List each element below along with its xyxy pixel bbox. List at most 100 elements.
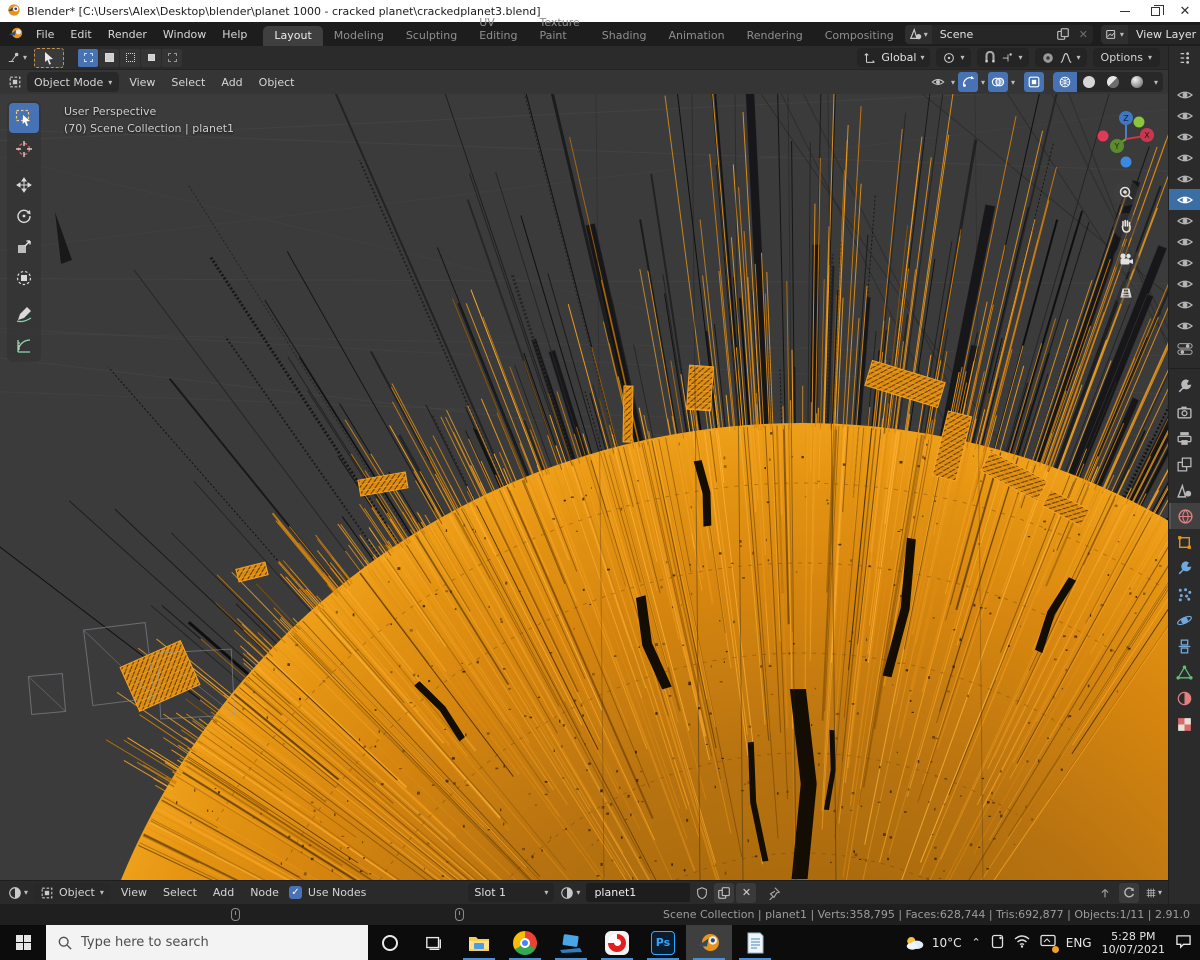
shading-wireframe-button[interactable] [1053, 72, 1077, 92]
rotate-tool[interactable] [9, 201, 39, 231]
properties-tab-scene[interactable] [1169, 477, 1200, 503]
taskbar-app-security-app[interactable] [594, 925, 640, 960]
measure-tool[interactable] [9, 330, 39, 360]
fake-user-icon[interactable] [692, 883, 712, 903]
workspace-tab-uv-editing[interactable]: UV Editing [468, 13, 528, 46]
minimize-button[interactable] [1110, 0, 1140, 22]
visibility-eye-icon[interactable] [1169, 294, 1200, 315]
parent-navigate-icon[interactable] [1095, 883, 1115, 903]
viewport-menu-object[interactable]: Object [251, 76, 303, 89]
pin-icon[interactable] [764, 883, 784, 903]
snapping-controls[interactable]: ▾ [976, 48, 1029, 67]
start-button[interactable] [0, 925, 46, 960]
outliner-header-icon[interactable] [1169, 46, 1200, 70]
properties-tab-particles[interactable] [1169, 581, 1200, 607]
visibility-eye-icon[interactable] [1169, 315, 1200, 336]
language-indicator[interactable]: ENG [1066, 936, 1092, 950]
visibility-eye-icon[interactable] [1169, 105, 1200, 126]
properties-tab-constraints[interactable] [1169, 633, 1200, 659]
visibility-eye-icon[interactable] [1169, 84, 1200, 105]
menu-render[interactable]: Render [100, 28, 155, 41]
select-subtract-button[interactable] [120, 48, 141, 67]
overlays-toggle[interactable] [987, 72, 1008, 92]
shader-menu-node[interactable]: Node [242, 886, 287, 899]
workspace-tab-texture-paint[interactable]: Texture Paint [529, 13, 591, 46]
properties-tab-physics[interactable] [1169, 607, 1200, 633]
zoom-icon[interactable] [1113, 180, 1139, 206]
node-overlay-dropdown[interactable]: ▾ [1143, 883, 1163, 903]
move-tool[interactable] [9, 170, 39, 200]
workspace-tab-layout[interactable]: Layout [263, 26, 323, 46]
properties-tab-world[interactable] [1168, 503, 1200, 529]
cursor-tool[interactable] [9, 134, 39, 164]
properties-tab-material[interactable] [1169, 685, 1200, 711]
gizmo-toggle[interactable] [957, 72, 978, 92]
properties-tab-view-layer[interactable] [1169, 451, 1200, 477]
view-layer-selector[interactable]: ▾ View Layer ✕ [1100, 24, 1200, 44]
tool-dropdown[interactable]: ▾ [4, 49, 30, 67]
workspace-tab-shading[interactable]: Shading [591, 26, 658, 46]
select-intersect-button[interactable] [162, 48, 183, 67]
active-tool-button[interactable] [34, 47, 65, 68]
workspace-tab-animation[interactable]: Animation [657, 26, 735, 46]
workspace-tab-rendering[interactable]: Rendering [736, 26, 814, 46]
taskbar-app-laptop-app[interactable] [548, 925, 594, 960]
cast-status-icon[interactable] [1040, 934, 1059, 953]
workspace-tab-sculpting[interactable]: Sculpting [395, 26, 468, 46]
transform-tool[interactable] [9, 263, 39, 293]
visibility-eye-icon[interactable] [1169, 168, 1200, 189]
visibility-eye-icon[interactable] [1169, 210, 1200, 231]
outliner-filter-icon[interactable] [1176, 342, 1193, 359]
task-view-button[interactable] [412, 925, 456, 960]
visibility-eye-icon[interactable] [1168, 189, 1200, 210]
visibility-eye-icon[interactable] [1169, 231, 1200, 252]
pan-hand-icon[interactable] [1113, 213, 1139, 239]
unlink-scene-icon[interactable]: ✕ [1074, 28, 1093, 41]
viewport-menu-view[interactable]: View [121, 76, 163, 89]
visibility-eye-icon[interactable] [1169, 252, 1200, 273]
menu-window[interactable]: Window [155, 28, 214, 41]
viewport-menu-add[interactable]: Add [213, 76, 250, 89]
view-layer-name[interactable]: View Layer [1128, 28, 1200, 41]
restore-button[interactable] [1140, 0, 1170, 22]
shader-menu-view[interactable]: View [113, 886, 155, 899]
select-box-tool[interactable] [9, 103, 39, 133]
properties-tab-render[interactable] [1169, 399, 1200, 425]
workspace-tab-compositing[interactable]: Compositing [814, 26, 905, 46]
properties-tab-texture[interactable] [1169, 711, 1200, 737]
visibility-eye-icon[interactable] [1169, 273, 1200, 294]
transform-orientation-dropdown[interactable]: Global ▾ [857, 48, 931, 67]
tray-expand-chevron[interactable]: ⌃ [972, 936, 981, 949]
menu-help[interactable]: Help [214, 28, 255, 41]
xray-toggle[interactable] [1024, 72, 1044, 92]
taskbar-app-blender[interactable] [686, 925, 732, 960]
new-scene-icon[interactable] [1052, 25, 1074, 44]
properties-tab-object[interactable] [1169, 529, 1200, 555]
properties-tab-modifiers[interactable] [1169, 555, 1200, 581]
options-dropdown[interactable]: Options ▾ [1092, 48, 1160, 67]
viewport-menu-select[interactable]: Select [163, 76, 213, 89]
scene-selector[interactable]: ▾ Scene ✕ [904, 24, 1093, 44]
use-nodes-checkbox[interactable]: ✓ [288, 886, 302, 899]
visibility-dropdown[interactable] [928, 72, 948, 92]
weather-widget[interactable]: 10°C [904, 934, 962, 952]
visibility-eye-icon[interactable] [1169, 126, 1200, 147]
shading-solid-button[interactable] [1077, 72, 1101, 92]
select-extend-button[interactable] [99, 48, 120, 67]
scene-icon[interactable]: ▾ [904, 24, 932, 44]
shading-rendered-button[interactable] [1125, 72, 1149, 92]
properties-tab-active-tool[interactable] [1169, 373, 1200, 399]
unlink-material-icon[interactable]: ✕ [736, 882, 757, 903]
taskbar-app-file-explorer[interactable] [456, 925, 502, 960]
shader-editor-type-icon[interactable]: ▾ [5, 886, 31, 900]
menu-edit[interactable]: Edit [62, 28, 99, 41]
shader-menu-select[interactable]: Select [155, 886, 205, 899]
annotate-tool[interactable] [9, 299, 39, 329]
navigation-gizmo[interactable]: Z X Y [1095, 108, 1157, 173]
scale-tool[interactable] [9, 232, 39, 262]
notification-center-icon[interactable] [1175, 934, 1192, 952]
taskbar-search[interactable]: Type here to search [46, 925, 368, 960]
duplicate-material-icon[interactable] [714, 882, 735, 903]
blender-app-icon[interactable] [8, 25, 24, 44]
cortana-button[interactable] [368, 925, 412, 960]
